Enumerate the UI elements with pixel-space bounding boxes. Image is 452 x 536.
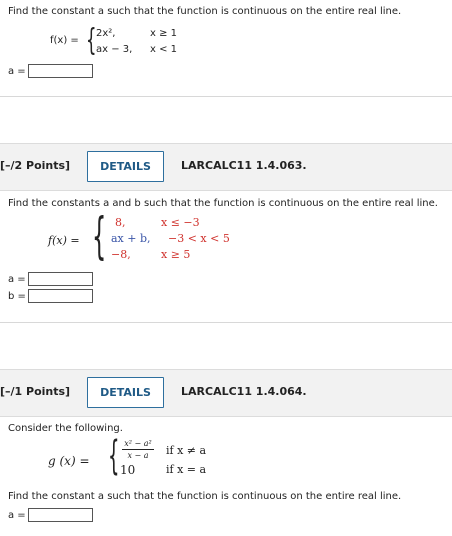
q3-case2-cond: if x = a xyxy=(166,463,207,476)
divider xyxy=(0,322,452,323)
q2-prompt: Find the constants a and b such that the… xyxy=(8,198,438,209)
q1-brace: { xyxy=(86,23,97,58)
q2-a-label: a = xyxy=(8,274,26,285)
q3-a-label: a = xyxy=(8,510,26,521)
q2-fx-label: f(x) = xyxy=(48,234,80,247)
q3-fraction: x² − a² x − a xyxy=(118,439,158,460)
q3-consider: Consider the following. xyxy=(8,423,123,434)
q3-details-button[interactable]: DETAILS xyxy=(87,377,164,408)
q1-prompt: Find the constant a such that the functi… xyxy=(8,6,402,17)
q3-gx-label: g (x) = xyxy=(48,454,90,468)
q2-case3-cond: x ≥ 5 xyxy=(161,248,191,261)
q3-case2-expr: 10 xyxy=(120,463,136,477)
q3-a-input[interactable] xyxy=(28,508,93,522)
q2-a-input[interactable] xyxy=(28,272,93,286)
q3-frac-denominator: x − a xyxy=(127,451,149,460)
q3-prompt: Find the constant a such that the functi… xyxy=(8,491,402,502)
q2-b-label: b = xyxy=(8,291,26,302)
q2-case3-expr: −8, xyxy=(111,248,131,261)
q1-case1-expr: 2x², xyxy=(96,28,116,39)
q3-code: LARCALC11 1.4.064. xyxy=(181,385,307,398)
q2-details-button[interactable]: DETAILS xyxy=(87,151,164,182)
q3-case1-cond: if x ≠ a xyxy=(166,444,207,457)
q1-a-input[interactable] xyxy=(28,64,93,78)
q1-fx-label: f(x) = xyxy=(50,35,79,46)
q1-case2-cond: x < 1 xyxy=(150,44,178,55)
q1-case1-cond: x ≥ 1 xyxy=(150,28,178,39)
q2-case2-cond: −3 < x < 5 xyxy=(168,232,230,245)
q1-case2-expr: ax − 3, xyxy=(96,44,133,55)
q2-points: [–/2 Points] xyxy=(0,159,71,172)
q2-case1-cond: x ≤ −3 xyxy=(161,216,200,229)
q2-brace: { xyxy=(92,207,107,265)
q3-frac-numerator: x² − a² xyxy=(124,439,152,448)
q2-case2-expr: ax + b, xyxy=(111,232,151,245)
divider xyxy=(0,96,452,97)
q2-case1-expr: 8, xyxy=(115,216,126,229)
q1-a-label: a = xyxy=(8,66,26,77)
q2-b-input[interactable] xyxy=(28,289,93,303)
q3-points: [–/1 Points] xyxy=(0,385,71,398)
fraction-bar xyxy=(122,449,154,450)
q2-code: LARCALC11 1.4.063. xyxy=(181,159,307,172)
